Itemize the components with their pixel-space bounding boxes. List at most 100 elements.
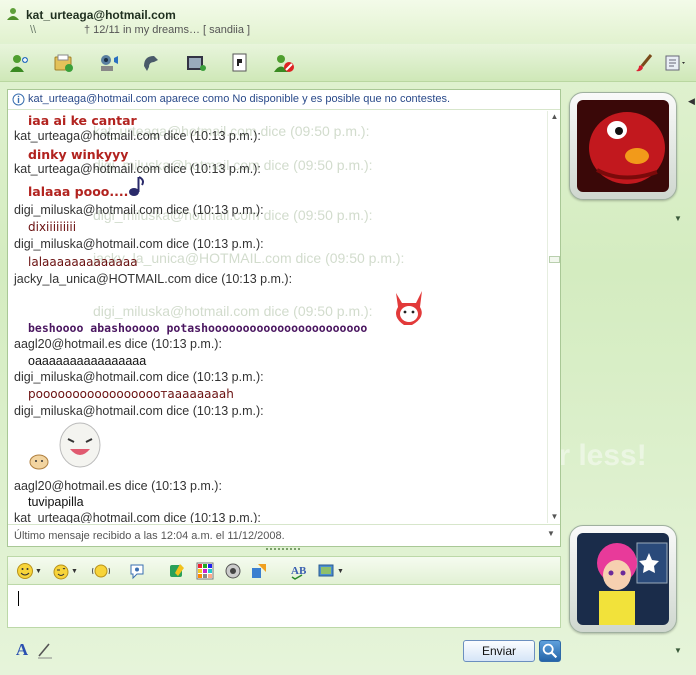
nudge-button[interactable]: [92, 561, 110, 581]
message-sender: kat_urteaga@hotmail.com dice (10:13 p.m.…: [14, 162, 261, 176]
animoticon-icon: [170, 564, 184, 577]
voice-clip-icon: [130, 564, 144, 580]
last-message-status: Último mensaje recibido a las 12:04 a.m.…: [8, 524, 560, 546]
sounds-icon: [225, 563, 241, 579]
video-call-button[interactable]: [94, 50, 122, 76]
invite-contact-button[interactable]: [6, 50, 34, 76]
collapse-sidebar-icon[interactable]: ◀: [688, 96, 696, 116]
paint-brush-button[interactable]: [631, 50, 659, 76]
message-text: lalaaaaaaaaaaaaa: [28, 255, 138, 269]
options-menu-button[interactable]: [660, 50, 692, 76]
message-text: tuvipapilla: [28, 495, 84, 509]
send-files-icon: [54, 54, 73, 72]
message-sender: digi_miluska@hotmail.com dice (10:13 p.m…: [14, 404, 264, 418]
message-text: poooooooooooooooooтaaaaaaaah: [28, 387, 234, 401]
message-sender: kat_urteaga@hotmail.com dice (10:13 p.m.…: [14, 129, 261, 143]
nudge-icon: [92, 564, 110, 578]
emoticons-icon: [17, 563, 33, 579]
input-bottom-bar: A Enviar: [7, 636, 561, 666]
share-icon: [252, 564, 266, 578]
message-text: dinky winkyyy: [28, 147, 129, 162]
paint-brush-icon: [636, 54, 653, 72]
font-button[interactable]: A: [12, 640, 32, 660]
info-icon: [12, 93, 25, 106]
my-avatar-image: [577, 533, 669, 625]
svg-text:AB: AB: [291, 565, 307, 577]
voice-call-button[interactable]: [138, 50, 166, 76]
message-sender: kat_urteaga@hotmail.com dice (10:13 p.m.…: [14, 511, 261, 523]
personal-message: † 12/11 in my dreams… [ sandiia ]: [84, 24, 251, 36]
warning-text: kat_urteaga@hotmail.com aparece como No …: [28, 93, 451, 105]
my-avatar[interactable]: [569, 525, 677, 633]
emoticons-button[interactable]: ▼: [16, 561, 42, 581]
contact-avatar[interactable]: [569, 92, 677, 200]
send-button[interactable]: Enviar: [463, 640, 535, 662]
input-toolbar: ▼ ▼ AB ▼: [7, 556, 561, 584]
music-note-icon: [129, 176, 144, 196]
spell-check-icon: AB: [291, 565, 307, 580]
text-caret: [18, 591, 19, 606]
small-character-icon: [29, 454, 49, 470]
backgrounds-icon: [196, 562, 214, 580]
handwriting-icon[interactable]: [35, 640, 55, 660]
scroll-thumb[interactable]: [549, 256, 560, 263]
crying-emoticon-icon: [59, 422, 101, 468]
change-display-icon: [318, 564, 334, 577]
voice-call-icon: [144, 56, 158, 71]
availability-warning: kat_urteaga@hotmail.com aparece como No …: [8, 90, 560, 110]
message-sender: jacky_la_unica@HOTMAIL.com dice (10:13 p…: [14, 272, 293, 286]
contact-email: kat_urteaga@hotmail.com: [26, 8, 176, 22]
share-button[interactable]: [250, 561, 268, 581]
message-list[interactable]: kat_urteaga@hotmail.com dice (09:50 p.m.…: [8, 111, 546, 523]
winks-button[interactable]: ▼: [52, 561, 78, 581]
conversation-toolbar: [0, 44, 696, 82]
message-input[interactable]: [7, 584, 561, 628]
chevron-down-icon: ▼: [71, 567, 78, 575]
my-avatar-menu-chevron-icon[interactable]: ▼: [674, 646, 682, 655]
message-text: beshoooo abashooooo potashoooooooooooooo…: [28, 321, 368, 335]
chat-history-panel[interactable]: kat_urteaga@hotmail.com aparece como No …: [7, 89, 561, 547]
last-message-text: Último mensaje recibido a las 12:04 a.m.…: [14, 530, 285, 542]
message-text: dixiiiiiiiii: [28, 220, 77, 234]
message-sender: digi_miluska@hotmail.com dice (10:13 p.m…: [14, 237, 264, 251]
voice-clip-button[interactable]: [128, 561, 146, 581]
activities-button[interactable]: [182, 50, 210, 76]
options-menu-icon: [665, 55, 685, 71]
scroll-down-arrow-icon[interactable]: ▼: [547, 529, 555, 538]
animoticon-button[interactable]: [168, 561, 186, 581]
status-glyph: \\: [30, 24, 37, 36]
search-icon: [542, 643, 558, 659]
video-call-icon: [101, 55, 118, 71]
chat-scrollbar[interactable]: ▲ ▼: [547, 111, 560, 523]
games-button[interactable]: [226, 50, 254, 76]
message-text: iaa ai ke cantar: [28, 113, 137, 128]
backgrounds-button[interactable]: [196, 561, 214, 581]
contact-avatar-menu-chevron-icon[interactable]: ▼: [674, 214, 682, 223]
scroll-up-arrow-icon[interactable]: ▲: [548, 111, 561, 123]
ghost-line: jacky_la_unica@HOTMAIL.com dice (09:50 p…: [93, 250, 405, 266]
search-button[interactable]: [539, 640, 561, 662]
cat-emoticon-icon: [396, 291, 422, 325]
message-sender: aagl20@hotmail.es dice (10:13 p.m.):: [14, 479, 222, 493]
message-text: oaaaaaaaaaaaaaaaa: [28, 354, 147, 368]
spell-check-button[interactable]: AB: [290, 561, 308, 581]
sounds-button[interactable]: [224, 561, 242, 581]
panel-splitter[interactable]: [266, 548, 300, 552]
winks-icon: [53, 564, 69, 580]
message-sender: digi_miluska@hotmail.com dice (10:13 p.m…: [14, 203, 264, 217]
message-sender: digi_miluska@hotmail.com dice (10:13 p.m…: [14, 370, 264, 384]
block-contact-icon: [274, 55, 294, 72]
block-contact-button[interactable]: [270, 50, 298, 76]
message-text: lalaaa pooo....: [28, 184, 129, 199]
activities-icon: [187, 56, 206, 71]
message-sender: aagl20@hotmail.es dice (10:13 p.m.):: [14, 337, 222, 351]
chevron-down-icon: ▼: [35, 567, 42, 575]
send-files-button[interactable]: [50, 50, 78, 76]
scroll-down-arrow-icon[interactable]: ▼: [548, 511, 561, 523]
chevron-down-icon: ▼: [337, 567, 344, 575]
conversation-header: kat_urteaga@hotmail.com \\ † 12/11 in my…: [0, 0, 696, 42]
ghost-line: digi_miluska@hotmail.com dice (09:50 p.m…: [93, 303, 373, 319]
contact-avatar-image: [577, 100, 669, 192]
change-display-button[interactable]: ▼: [318, 561, 344, 581]
invite-contact-icon: [10, 55, 28, 72]
